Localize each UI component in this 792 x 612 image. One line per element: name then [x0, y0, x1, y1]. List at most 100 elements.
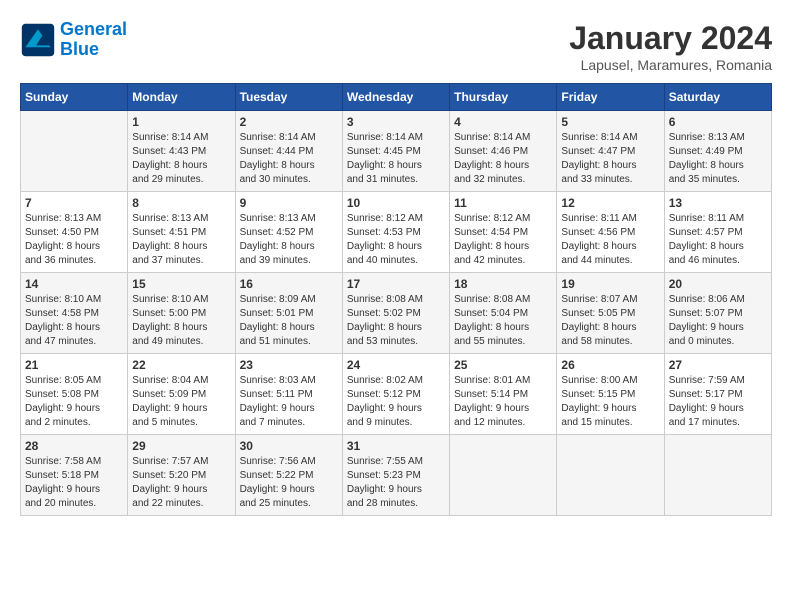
day-number: 3	[347, 115, 445, 129]
calendar-cell: 20 Sunrise: 8:06 AM Sunset: 5:07 PM Dayli…	[664, 273, 771, 354]
day-number: 7	[25, 196, 123, 210]
day-info: Sunrise: 8:13 AM Sunset: 4:49 PM Dayligh…	[669, 131, 767, 187]
day-info: Sunrise: 8:09 AM Sunset: 5:01 PM Dayligh…	[240, 293, 338, 349]
calendar-cell	[21, 111, 128, 192]
day-number: 2	[240, 115, 338, 129]
week-row-1: 1Sunrise: 8:14 AM Sunset: 4:43 PM Daylig…	[21, 111, 772, 192]
day-info: Sunrise: 8:14 AM Sunset: 4:47 PM Dayligh…	[561, 131, 659, 187]
calendar-cell: 1Sunrise: 8:14 AM Sunset: 4:43 PM Daylig…	[128, 111, 235, 192]
day-info: Sunrise: 8:08 AM Sunset: 5:04 PM Dayligh…	[454, 293, 552, 349]
day-info: Sunrise: 7:59 AM Sunset: 5:17 PM Dayligh…	[669, 374, 767, 430]
calendar-cell: 29 Sunrise: 7:57 AM Sunset: 5:20 PM Dayli…	[128, 435, 235, 516]
calendar-cell	[557, 435, 664, 516]
day-number: 11	[454, 196, 552, 210]
day-number: 13	[669, 196, 767, 210]
day-number: 31	[347, 439, 445, 453]
day-info: Sunrise: 8:14 AM Sunset: 4:45 PM Dayligh…	[347, 131, 445, 187]
day-number: 28	[25, 439, 123, 453]
calendar-cell: 19Sunrise: 8:07 AM Sunset: 5:05 PM Dayli…	[557, 273, 664, 354]
calendar-cell: 6 Sunrise: 8:13 AM Sunset: 4:49 PM Daylig…	[664, 111, 771, 192]
day-number: 27	[669, 358, 767, 372]
header: General Blue January 2024 Lapusel, Maram…	[20, 20, 772, 73]
header-cell-wednesday: Wednesday	[342, 84, 449, 111]
day-number: 20	[669, 277, 767, 291]
calendar-cell: 25 Sunrise: 8:01 AM Sunset: 5:14 PM Dayli…	[450, 354, 557, 435]
day-number: 6	[669, 115, 767, 129]
calendar-cell	[664, 435, 771, 516]
day-info: Sunrise: 8:05 AM Sunset: 5:08 PM Dayligh…	[25, 374, 123, 430]
calendar-cell: 23 Sunrise: 8:03 AM Sunset: 5:11 PM Dayli…	[235, 354, 342, 435]
day-info: Sunrise: 7:56 AM Sunset: 5:22 PM Dayligh…	[240, 455, 338, 511]
day-info: Sunrise: 8:11 AM Sunset: 4:57 PM Dayligh…	[669, 212, 767, 268]
day-info: Sunrise: 8:01 AM Sunset: 5:14 PM Dayligh…	[454, 374, 552, 430]
day-info: Sunrise: 8:11 AM Sunset: 4:56 PM Dayligh…	[561, 212, 659, 268]
main-title: January 2024	[569, 20, 772, 57]
calendar-cell: 24 Sunrise: 8:02 AM Sunset: 5:12 PM Dayli…	[342, 354, 449, 435]
day-info: Sunrise: 8:02 AM Sunset: 5:12 PM Dayligh…	[347, 374, 445, 430]
week-row-5: 28Sunrise: 7:58 AM Sunset: 5:18 PM Dayli…	[21, 435, 772, 516]
calendar-table: SundayMondayTuesdayWednesdayThursdayFrid…	[20, 83, 772, 516]
header-cell-saturday: Saturday	[664, 84, 771, 111]
header-cell-thursday: Thursday	[450, 84, 557, 111]
title-area: January 2024 Lapusel, Maramures, Romania	[569, 20, 772, 73]
calendar-cell: 5Sunrise: 8:14 AM Sunset: 4:47 PM Daylig…	[557, 111, 664, 192]
day-info: Sunrise: 8:06 AM Sunset: 5:07 PM Dayligh…	[669, 293, 767, 349]
calendar-cell: 18 Sunrise: 8:08 AM Sunset: 5:04 PM Dayli…	[450, 273, 557, 354]
day-info: Sunrise: 8:03 AM Sunset: 5:11 PM Dayligh…	[240, 374, 338, 430]
day-number: 8	[132, 196, 230, 210]
day-info: Sunrise: 8:08 AM Sunset: 5:02 PM Dayligh…	[347, 293, 445, 349]
calendar-cell: 21 Sunrise: 8:05 AM Sunset: 5:08 PM Dayli…	[21, 354, 128, 435]
calendar-cell: 28Sunrise: 7:58 AM Sunset: 5:18 PM Dayli…	[21, 435, 128, 516]
calendar-cell: 26 Sunrise: 8:00 AM Sunset: 5:15 PM Dayli…	[557, 354, 664, 435]
day-number: 26	[561, 358, 659, 372]
calendar-cell: 14 Sunrise: 8:10 AM Sunset: 4:58 PM Dayli…	[21, 273, 128, 354]
day-info: Sunrise: 8:13 AM Sunset: 4:52 PM Dayligh…	[240, 212, 338, 268]
day-info: Sunrise: 8:00 AM Sunset: 5:15 PM Dayligh…	[561, 374, 659, 430]
calendar-cell: 22Sunrise: 8:04 AM Sunset: 5:09 PM Dayli…	[128, 354, 235, 435]
calendar-cell: 27 Sunrise: 7:59 AM Sunset: 5:17 PM Dayli…	[664, 354, 771, 435]
day-number: 18	[454, 277, 552, 291]
week-row-4: 21 Sunrise: 8:05 AM Sunset: 5:08 PM Dayli…	[21, 354, 772, 435]
day-info: Sunrise: 8:13 AM Sunset: 4:50 PM Dayligh…	[25, 212, 123, 268]
calendar-cell: 3 Sunrise: 8:14 AM Sunset: 4:45 PM Daylig…	[342, 111, 449, 192]
day-number: 25	[454, 358, 552, 372]
calendar-cell: 13 Sunrise: 8:11 AM Sunset: 4:57 PM Dayli…	[664, 192, 771, 273]
day-info: Sunrise: 8:12 AM Sunset: 4:53 PM Dayligh…	[347, 212, 445, 268]
day-number: 22	[132, 358, 230, 372]
day-info: Sunrise: 8:12 AM Sunset: 4:54 PM Dayligh…	[454, 212, 552, 268]
calendar-cell: 30 Sunrise: 7:56 AM Sunset: 5:22 PM Dayli…	[235, 435, 342, 516]
calendar-cell: 2 Sunrise: 8:14 AM Sunset: 4:44 PM Daylig…	[235, 111, 342, 192]
day-number: 4	[454, 115, 552, 129]
header-cell-sunday: Sunday	[21, 84, 128, 111]
day-info: Sunrise: 7:57 AM Sunset: 5:20 PM Dayligh…	[132, 455, 230, 511]
day-number: 16	[240, 277, 338, 291]
calendar-cell: 11 Sunrise: 8:12 AM Sunset: 4:54 PM Dayli…	[450, 192, 557, 273]
day-number: 9	[240, 196, 338, 210]
day-number: 30	[240, 439, 338, 453]
calendar-cell: 12Sunrise: 8:11 AM Sunset: 4:56 PM Dayli…	[557, 192, 664, 273]
day-info: Sunrise: 8:14 AM Sunset: 4:46 PM Dayligh…	[454, 131, 552, 187]
header-cell-friday: Friday	[557, 84, 664, 111]
day-info: Sunrise: 8:13 AM Sunset: 4:51 PM Dayligh…	[132, 212, 230, 268]
calendar-cell: 10Sunrise: 8:12 AM Sunset: 4:53 PM Dayli…	[342, 192, 449, 273]
day-info: Sunrise: 8:10 AM Sunset: 4:58 PM Dayligh…	[25, 293, 123, 349]
week-row-3: 14 Sunrise: 8:10 AM Sunset: 4:58 PM Dayli…	[21, 273, 772, 354]
calendar-cell: 31 Sunrise: 7:55 AM Sunset: 5:23 PM Dayli…	[342, 435, 449, 516]
subtitle: Lapusel, Maramures, Romania	[569, 57, 772, 73]
day-number: 29	[132, 439, 230, 453]
logo: General Blue	[20, 20, 127, 60]
calendar-cell: 8 Sunrise: 8:13 AM Sunset: 4:51 PM Daylig…	[128, 192, 235, 273]
day-number: 17	[347, 277, 445, 291]
header-cell-monday: Monday	[128, 84, 235, 111]
day-info: Sunrise: 7:55 AM Sunset: 5:23 PM Dayligh…	[347, 455, 445, 511]
calendar-cell: 9 Sunrise: 8:13 AM Sunset: 4:52 PM Daylig…	[235, 192, 342, 273]
day-number: 1	[132, 115, 230, 129]
header-cell-tuesday: Tuesday	[235, 84, 342, 111]
day-number: 15	[132, 277, 230, 291]
day-number: 14	[25, 277, 123, 291]
day-number: 24	[347, 358, 445, 372]
day-number: 21	[25, 358, 123, 372]
calendar-cell	[450, 435, 557, 516]
day-number: 23	[240, 358, 338, 372]
day-info: Sunrise: 8:14 AM Sunset: 4:44 PM Dayligh…	[240, 131, 338, 187]
